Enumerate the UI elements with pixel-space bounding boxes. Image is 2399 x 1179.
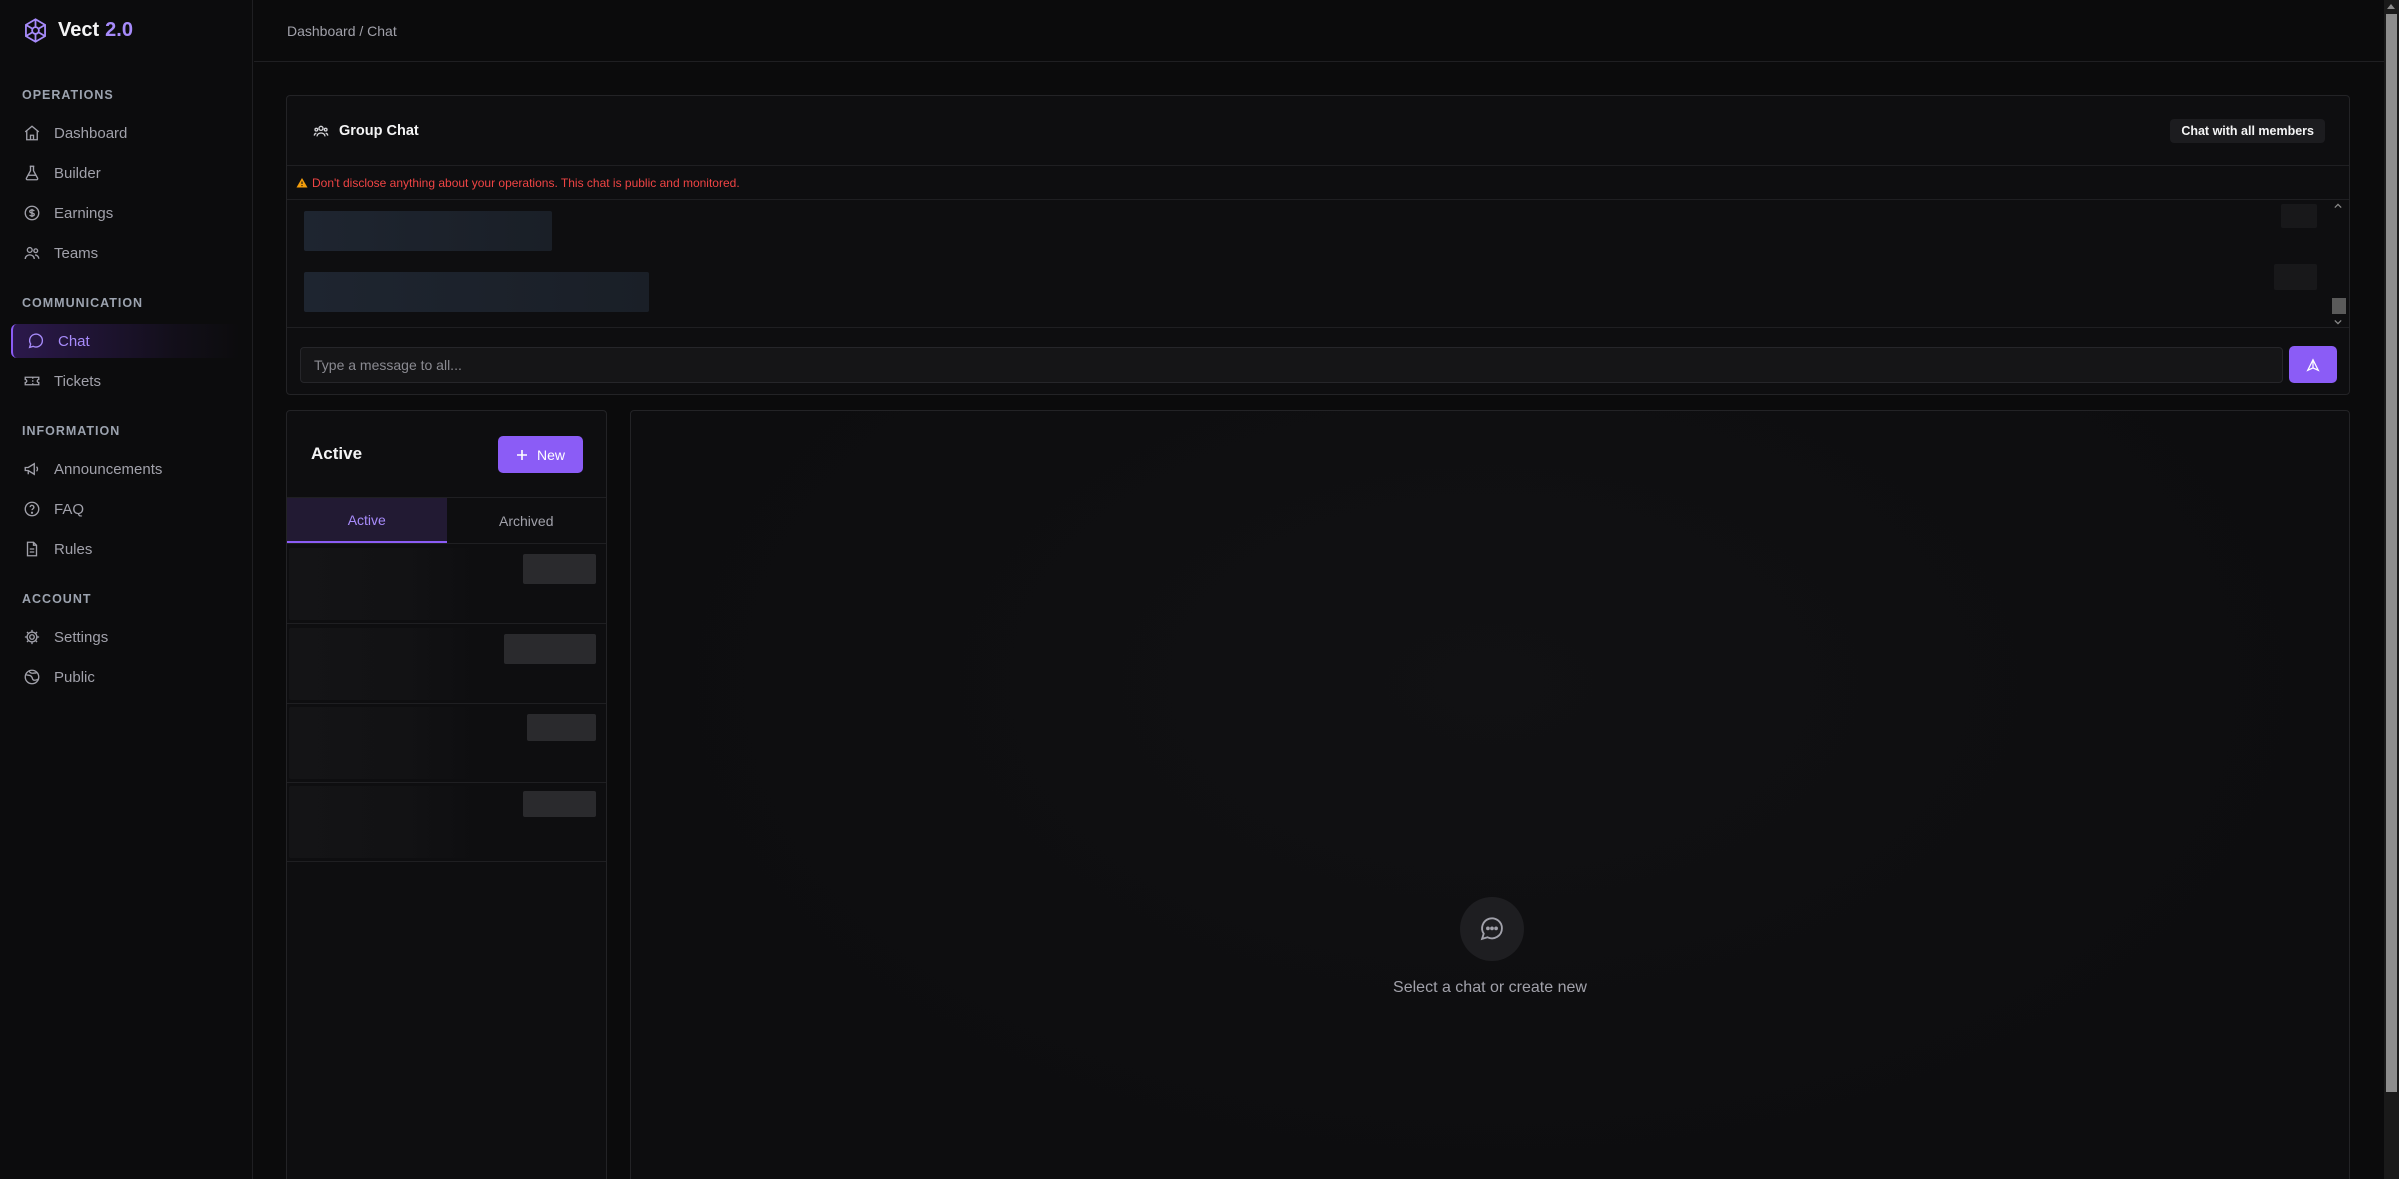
- sidebar-item-label: Rules: [54, 540, 93, 558]
- sidebar-item-settings[interactable]: Settings: [11, 620, 241, 654]
- message-bubble: [304, 272, 649, 312]
- users-icon: [24, 246, 40, 260]
- tab-active[interactable]: Active: [287, 498, 447, 543]
- brand[interactable]: Vect 2.0: [22, 17, 133, 44]
- group-chat-title-text: Group Chat: [339, 123, 419, 139]
- sidebar-item-label: Dashboard: [54, 124, 128, 142]
- message-circle-icon: [1480, 917, 1503, 941]
- warning-icon: [296, 177, 308, 187]
- message-bubble: [304, 211, 552, 251]
- nav-section-information: INFORMATION: [22, 424, 121, 438]
- logo-icon: [25, 18, 46, 43]
- file-text-icon: [26, 541, 38, 557]
- breadcrumb: Dashboard / Chat: [287, 23, 397, 39]
- app-root: Vect 2.0 OPERATIONS Dashboard Builder Ea…: [0, 0, 2399, 1179]
- gear-icon: [24, 629, 40, 645]
- new-chat-label: New: [536, 446, 565, 463]
- sidebar-item-earnings[interactable]: Earnings: [11, 196, 241, 230]
- home-icon: [24, 125, 40, 141]
- sidebar-item-label: Earnings: [54, 204, 114, 222]
- scrollbar-thumb[interactable]: [2332, 298, 2346, 314]
- message-list[interactable]: [287, 200, 2349, 328]
- globe-icon: [24, 669, 40, 685]
- sidebar-item-tickets[interactable]: Tickets: [11, 364, 241, 398]
- empty-state-icon-wrap: [1460, 897, 1524, 961]
- nav-section-operations: OPERATIONS: [22, 88, 114, 102]
- flask-icon: [25, 165, 39, 181]
- group-chat-panel: Group Chat Chat with all members Don't d…: [286, 95, 2350, 395]
- sidebar-item-dashboard[interactable]: Dashboard: [11, 116, 241, 150]
- brand-version: 2.0: [105, 19, 133, 41]
- list-item[interactable]: [287, 704, 606, 783]
- tab-archived[interactable]: Archived: [447, 498, 607, 543]
- sidebar-item-chat[interactable]: Chat: [11, 324, 241, 358]
- sidebar-item-label: Announcements: [54, 460, 163, 478]
- message-meta: [2281, 204, 2317, 228]
- message-scrollbar[interactable]: [2331, 202, 2346, 326]
- list-item-meta: [523, 554, 596, 584]
- send-icon: [2306, 357, 2320, 372]
- nav-section-communication: COMMUNICATION: [22, 296, 144, 310]
- sidebar-item-teams[interactable]: Teams: [11, 236, 241, 270]
- group-message-input[interactable]: [300, 347, 2283, 383]
- list-item-content: [289, 628, 479, 700]
- sidebar-item-rules[interactable]: Rules: [11, 532, 241, 566]
- brand-name: Vect: [58, 19, 100, 41]
- list-item[interactable]: [287, 545, 606, 624]
- dollar-circle-icon: [24, 205, 40, 221]
- users-icon: [313, 125, 329, 137]
- chevron-up-icon: [2334, 203, 2342, 209]
- sidebar-item-label: Public: [54, 668, 95, 686]
- megaphone-icon: [24, 462, 39, 476]
- chat-list-panel: Active New Active Archived: [286, 410, 607, 1179]
- sidebar-item-label: Tickets: [54, 372, 101, 390]
- sidebar-item-builder[interactable]: Builder: [11, 156, 241, 190]
- chat-tabs: Active Archived: [287, 497, 606, 544]
- list-item-meta: [527, 714, 596, 741]
- list-item-meta: [523, 791, 596, 817]
- sidebar-item-label: Teams: [54, 244, 99, 262]
- chat-list-title: Active: [311, 444, 363, 463]
- sidebar-item-public[interactable]: Public: [11, 660, 241, 694]
- scroll-up-arrow-icon[interactable]: [2387, 4, 2395, 9]
- page-scrollbar[interactable]: [2384, 0, 2399, 1179]
- list-item-content: [289, 786, 479, 858]
- empty-state-text: Select a chat or create new: [1393, 979, 1587, 996]
- message-meta: [2274, 264, 2317, 290]
- plus-icon: [516, 449, 527, 460]
- sidebar: Vect 2.0 OPERATIONS Dashboard Builder Ea…: [0, 0, 253, 1179]
- list-item[interactable]: [287, 783, 606, 862]
- sidebar-item-label: Builder: [54, 164, 101, 182]
- group-chat-header: Group Chat Chat with all members: [287, 96, 2349, 166]
- message-circle-icon: [28, 333, 44, 349]
- sidebar-item-label: Chat: [58, 332, 90, 350]
- list-item-meta: [504, 634, 596, 664]
- sidebar-item-announcements[interactable]: Announcements: [11, 452, 241, 486]
- group-chat-title: Group Chat: [313, 123, 419, 139]
- ticket-icon: [24, 376, 40, 386]
- list-item[interactable]: [287, 625, 606, 704]
- chevron-down-icon: [2334, 319, 2342, 325]
- warning-banner: Don't disclose anything about your opera…: [287, 166, 2349, 200]
- warning-text: Don't disclose anything about your opera…: [312, 175, 740, 190]
- nav-section-account: ACCOUNT: [22, 592, 92, 606]
- sidebar-item-faq[interactable]: FAQ: [11, 492, 241, 526]
- send-button[interactable]: [2289, 346, 2337, 383]
- sidebar-item-label: Settings: [54, 628, 109, 646]
- top-bar: Dashboard / Chat: [254, 0, 2384, 62]
- new-chat-button[interactable]: New: [498, 436, 583, 473]
- list-item-content: [289, 707, 479, 779]
- chat-scope-badge: Chat with all members: [2170, 119, 2325, 143]
- chat-detail-panel: Select a chat or create new: [630, 410, 2350, 1179]
- sidebar-item-label: FAQ: [54, 500, 85, 518]
- help-circle-icon: [24, 501, 40, 517]
- page-scrollbar-thumb[interactable]: [2386, 14, 2397, 1092]
- list-item-content: [289, 548, 479, 620]
